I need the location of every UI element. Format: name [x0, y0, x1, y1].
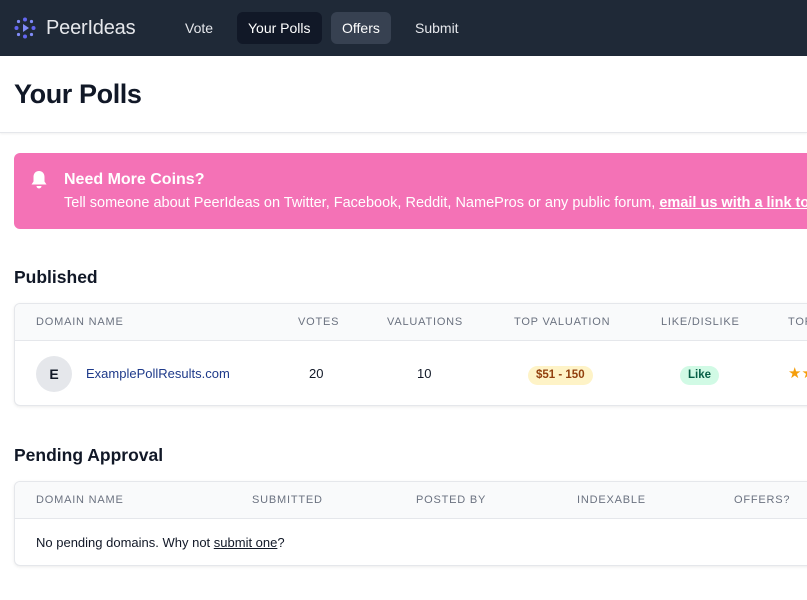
banner-title: Need More Coins? — [64, 171, 205, 188]
col-votes: Votes — [298, 316, 340, 328]
like-badge: Like — [680, 366, 720, 385]
votes-value: 20 — [309, 366, 324, 381]
nav-vote[interactable]: Vote — [174, 12, 224, 44]
empty-text: No pending domains. Why not — [36, 535, 214, 550]
pending-empty-message: No pending domains. Why not submit one? — [36, 535, 285, 550]
page-header: Your Polls — [0, 56, 807, 133]
nav-offers[interactable]: Offers — [331, 12, 391, 44]
top-valuation-badge: $51 - 150 — [528, 366, 593, 385]
col-domain-name: Domain Name — [36, 316, 124, 328]
col-domain-name: Domain Name — [36, 494, 124, 506]
col-top: Top — [788, 316, 807, 328]
pending-heading: Pending Approval — [14, 445, 164, 465]
empty-suffix: ? — [277, 535, 285, 550]
bell-icon — [30, 170, 48, 195]
banner-message: Tell someone about PeerIdeas on Twitter,… — [64, 195, 660, 211]
coins-banner: Need More Coins? Tell someone about Peer… — [14, 153, 807, 229]
published-heading: Published — [14, 267, 98, 287]
col-valuations: Valuations — [387, 316, 464, 328]
col-submitted: Submitted — [252, 494, 323, 506]
star-rating: ★★ — [788, 365, 807, 382]
submit-one-link[interactable]: submit one — [214, 535, 278, 550]
table-row[interactable]: E ExamplePollResults.com 20 10 $51 - 150… — [15, 341, 807, 405]
logo-icon — [13, 16, 37, 40]
valuations-value: 10 — [417, 366, 432, 381]
published-table-header: Domain Name Votes Valuations Top Valuati… — [15, 304, 807, 341]
published-table: Domain Name Votes Valuations Top Valuati… — [14, 303, 807, 406]
col-posted-by: Posted By — [416, 494, 487, 506]
col-offers: Offers? — [734, 494, 791, 506]
nav-submit[interactable]: Submit — [404, 12, 470, 44]
nav-your-polls[interactable]: Your Polls — [237, 12, 322, 44]
top-navbar: PeerIdeas Vote Your Polls Offers Submit — [0, 0, 807, 56]
page-title: Your Polls — [14, 79, 142, 109]
domain-link[interactable]: ExamplePollResults.com — [86, 366, 230, 381]
brand-logo[interactable]: PeerIdeas — [13, 16, 136, 40]
banner-email-link[interactable]: email us with a link to — [659, 195, 807, 211]
col-top-valuation: Top Valuation — [514, 316, 611, 328]
pending-table: Domain Name Submitted Posted By Indexabl… — [14, 481, 807, 566]
col-indexable: Indexable — [577, 494, 646, 506]
pending-table-header: Domain Name Submitted Posted By Indexabl… — [15, 482, 807, 519]
avatar: E — [36, 356, 72, 392]
col-like-dislike: Like/Dislike — [661, 316, 740, 328]
banner-text: Tell someone about PeerIdeas on Twitter,… — [64, 195, 807, 211]
brand-name: PeerIdeas — [46, 16, 136, 39]
